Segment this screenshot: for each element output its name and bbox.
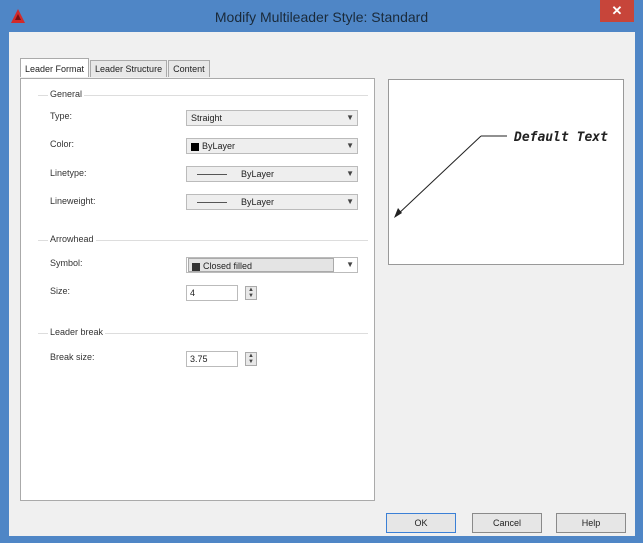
- size-label: Size:: [50, 286, 71, 296]
- window-title: Modify Multileader Style: Standard: [214, 9, 429, 25]
- break-size-label: Break size:: [50, 352, 95, 362]
- type-label: Type:: [50, 111, 73, 121]
- arrow-size-input[interactable]: 4: [186, 285, 238, 301]
- leader-break-heading: Leader break: [48, 327, 106, 337]
- chevron-down-icon: ▼: [346, 113, 354, 122]
- ok-button[interactable]: OK: [386, 513, 456, 533]
- tab-content[interactable]: Content: [168, 60, 210, 77]
- preview-default-text: Default Text: [514, 130, 608, 145]
- lineweight-label: Lineweight:: [50, 196, 96, 206]
- break-size-input[interactable]: 3.75: [186, 351, 238, 367]
- arrowhead-heading: Arrowhead: [48, 234, 96, 244]
- symbol-label: Symbol:: [50, 258, 83, 268]
- tab-leader-format[interactable]: Leader Format: [20, 58, 90, 77]
- type-value: Straight: [191, 113, 223, 123]
- chevron-down-icon: ▼: [346, 169, 354, 178]
- help-button[interactable]: Help: [556, 513, 626, 533]
- dialog-window: Modify Multileader Style: Standard ✕ Lea…: [0, 0, 643, 543]
- lineweight-sample: [197, 202, 227, 204]
- closed-filled-arrow-icon: [192, 262, 200, 271]
- chevron-down-icon: ▼: [346, 197, 354, 206]
- color-select[interactable]: ByLayer ▼: [186, 138, 358, 154]
- linetype-value: ByLayer: [241, 169, 275, 179]
- lineweight-select[interactable]: ByLayer ▼: [186, 194, 358, 210]
- symbol-select[interactable]: Closed filled ▼: [186, 257, 358, 273]
- cancel-button[interactable]: Cancel: [472, 513, 542, 533]
- chevron-down-icon: ▼: [346, 260, 354, 269]
- leader-preview-drawing: [394, 135, 507, 218]
- symbol-highlight: Closed filled: [188, 258, 334, 272]
- preview-pane: Default Text: [388, 79, 624, 265]
- linetype-label: Linetype:: [50, 168, 87, 178]
- general-heading: General: [48, 89, 85, 99]
- color-value: ByLayer: [202, 141, 236, 151]
- color-swatch: [191, 142, 199, 151]
- close-button[interactable]: ✕: [600, 0, 634, 22]
- linetype-sample: [197, 174, 227, 176]
- symbol-value: Closed filled: [203, 261, 253, 271]
- chevron-down-icon: ▼: [346, 141, 354, 150]
- break-size-spinner[interactable]: ▲ ▼: [245, 352, 257, 366]
- type-select[interactable]: Straight ▼: [186, 110, 358, 126]
- title-bar[interactable]: Modify Multileader Style: Standard ✕: [0, 0, 643, 32]
- linetype-select[interactable]: ByLayer ▼: [186, 166, 358, 182]
- color-label: Color:: [50, 139, 75, 149]
- tab-leader-structure[interactable]: Leader Structure: [90, 60, 168, 77]
- lineweight-value: ByLayer: [241, 197, 275, 207]
- arrow-size-spinner[interactable]: ▲ ▼: [245, 286, 257, 300]
- tab-strip: Leader Format Leader Structure Content: [20, 58, 211, 78]
